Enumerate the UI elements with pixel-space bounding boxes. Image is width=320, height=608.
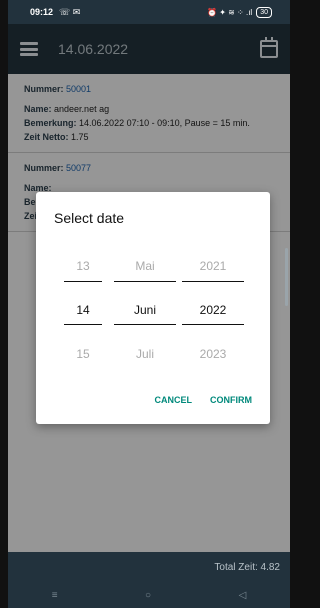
dialog-title: Select date xyxy=(54,210,125,226)
cancel-button[interactable]: CANCEL xyxy=(155,395,193,405)
date-picker-dialog: Select date 13 14 15 Mai Juni Juli 2021 … xyxy=(36,192,270,424)
year-next[interactable]: 2023 xyxy=(182,344,244,388)
system-icons: ⏰ ✦ ≋ ⁘ .ıl 30 xyxy=(207,6,272,18)
phone-screen: 09:12 ☏ ✉ ⏰ ✦ ≋ ⁘ .ıl 30 14.06.2022 Numm… xyxy=(8,0,290,608)
status-bar: 09:12 ☏ ✉ ⏰ ✦ ≋ ⁘ .ıl 30 xyxy=(8,0,290,24)
notification-icons: ☏ ✉ xyxy=(59,6,81,17)
year-selected[interactable]: 2022 xyxy=(182,300,244,344)
status-time: 09:12 xyxy=(30,7,54,17)
back-icon[interactable]: ◁ xyxy=(239,590,247,601)
month-prev[interactable]: Mai xyxy=(114,256,176,300)
month-next[interactable]: Juli xyxy=(114,344,176,388)
footer-total: Total Zeit: 4.82 xyxy=(8,552,290,582)
recents-icon[interactable]: ≡ xyxy=(52,590,58,601)
navigation-bar: ≡ ○ ◁ xyxy=(8,582,290,608)
month-picker[interactable]: Mai Juni Juli xyxy=(114,256,176,388)
day-picker[interactable]: 13 14 15 xyxy=(52,256,114,388)
total-zeit: Total Zeit: 4.82 xyxy=(214,561,280,573)
day-prev[interactable]: 13 xyxy=(52,256,114,300)
scrollbar[interactable] xyxy=(285,248,288,306)
home-icon[interactable]: ○ xyxy=(145,590,151,601)
day-next[interactable]: 15 xyxy=(52,344,114,388)
dialog-actions: CANCEL CONFIRM xyxy=(155,395,253,405)
battery-icon: 30 xyxy=(256,6,272,18)
day-selected[interactable]: 14 xyxy=(52,300,114,344)
confirm-button[interactable]: CONFIRM xyxy=(210,395,252,405)
signal-icons: ⏰ ✦ ≋ ⁘ .ıl xyxy=(207,7,253,17)
year-prev[interactable]: 2021 xyxy=(182,256,244,300)
month-selected[interactable]: Juni xyxy=(114,300,176,344)
year-picker[interactable]: 2021 2022 2023 xyxy=(182,256,244,388)
